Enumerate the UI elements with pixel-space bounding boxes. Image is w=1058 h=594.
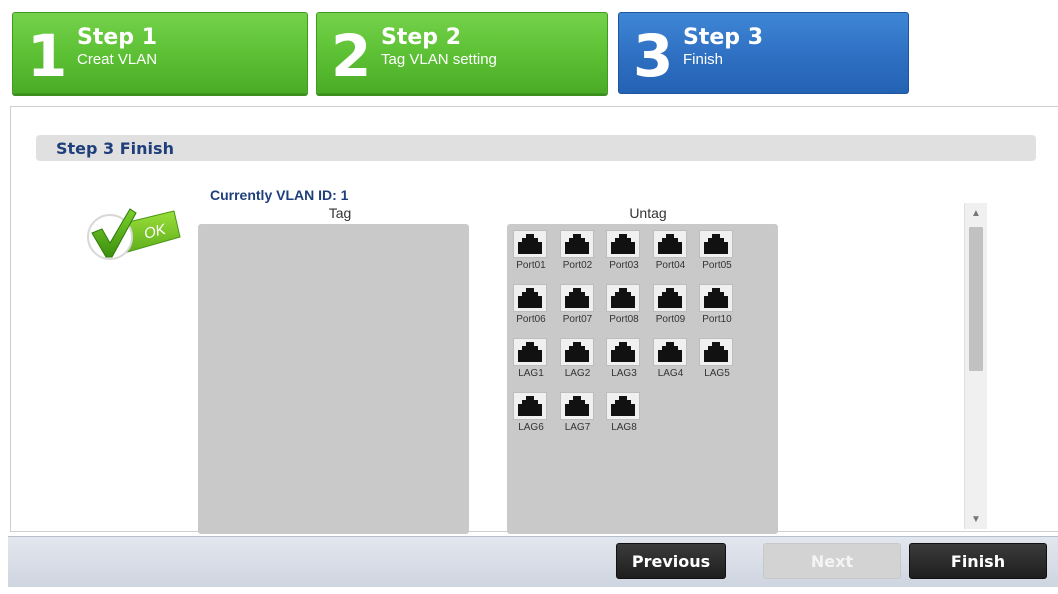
port-label: Port03 [609,260,639,271]
port-label: LAG7 [564,422,591,433]
ethernet-port-icon [652,338,687,366]
port-label: LAG3 [611,368,637,379]
port-item[interactable]: Port07 [558,282,604,332]
port-item[interactable]: LAG3 [604,336,650,386]
step-2-number: 2 [331,22,372,90]
ethernet-port-icon [606,284,640,312]
vertical-scrollbar[interactable]: ▲ ▼ [964,203,987,529]
port-label: LAG8 [611,422,637,433]
port-label: Port10 [702,314,732,325]
port-label: Port07 [562,314,593,325]
untag-port-list[interactable]: Port01 Port02 Port03 Port04 Port05 Port06 Port… [507,224,778,534]
port-label: LAG2 [564,368,591,379]
port-item[interactable]: LAG7 [558,390,604,440]
port-item[interactable]: Port06 [511,282,557,332]
current-vlan-label: Currently VLAN ID: 1 [210,187,349,203]
step-3-tab[interactable]: 3 Step 3 Finish [618,12,909,94]
ethernet-port-icon [559,392,594,420]
ethernet-port-icon [559,284,594,312]
step-2-tab[interactable]: 2 Step 2 Tag VLAN setting [316,12,608,94]
port-item[interactable]: Port03 [604,228,650,278]
port-label: Port05 [702,260,732,271]
step-3-subtitle: Finish [683,51,724,68]
port-item[interactable]: Port04 [651,228,697,278]
port-item[interactable]: LAG2 [558,336,604,386]
top-edge [0,0,1058,6]
ethernet-port-icon [513,284,547,312]
port-item[interactable]: LAG6 [511,390,557,440]
port-label: Port06 [516,314,546,325]
ethernet-port-icon [699,284,733,312]
step-3-number: 3 [633,22,674,90]
previous-button[interactable]: Previous [616,543,726,579]
tag-port-list[interactable] [198,224,469,534]
scroll-down-arrow-icon[interactable]: ▼ [965,511,987,529]
step-3-title: Step 3 [683,25,763,50]
next-button[interactable]: Next [763,543,901,579]
scroll-up-arrow-icon[interactable]: ▲ [965,205,987,223]
ethernet-port-icon [513,338,547,366]
step-1-subtitle: Creat VLAN [77,51,158,68]
ethernet-port-icon [699,338,733,366]
untag-column-title: Untag [629,205,667,221]
port-item[interactable]: Port02 [558,228,604,278]
section-header: Step 3 Finish [36,135,1036,161]
ethernet-port-icon [699,230,733,258]
section-title: Step 3 Finish [56,139,174,158]
ethernet-port-icon [652,230,687,258]
port-label: LAG4 [657,368,684,379]
ok-check-icon: OK [80,203,186,265]
step-2-title: Step 2 [381,25,461,50]
ethernet-port-icon [606,230,640,258]
finish-button[interactable]: Finish [909,543,1047,579]
port-item[interactable]: Port05 [697,228,743,278]
step-1-number: 1 [27,22,68,90]
port-item[interactable]: Port10 [697,282,743,332]
port-label: Port09 [655,314,686,325]
port-item[interactable]: Port08 [604,282,650,332]
port-label: Port04 [655,260,686,271]
port-label: LAG1 [518,368,544,379]
port-item[interactable]: LAG1 [511,336,557,386]
port-item[interactable]: LAG5 [697,336,743,386]
step-2-subtitle: Tag VLAN setting [381,51,497,68]
ethernet-port-icon [513,230,547,258]
ethernet-port-icon [559,338,594,366]
port-item[interactable]: LAG8 [604,390,650,440]
ethernet-port-icon [559,230,594,258]
port-label: Port01 [516,260,546,271]
port-label: Port08 [609,314,639,325]
ethernet-port-icon [652,284,687,312]
port-item[interactable]: Port09 [651,282,697,332]
tag-column-title: Tag [328,205,352,221]
scroll-thumb[interactable] [969,227,983,371]
port-item[interactable]: Port01 [511,228,557,278]
ethernet-port-icon [606,392,640,420]
port-label: LAG6 [518,422,544,433]
step-1-tab[interactable]: 1 Step 1 Creat VLAN [12,12,308,94]
port-label: Port02 [562,260,593,271]
ethernet-port-icon [606,338,640,366]
port-label: LAG5 [704,368,730,379]
port-item[interactable]: LAG4 [651,336,697,386]
step-1-title: Step 1 [77,25,157,50]
ethernet-port-icon [513,392,547,420]
